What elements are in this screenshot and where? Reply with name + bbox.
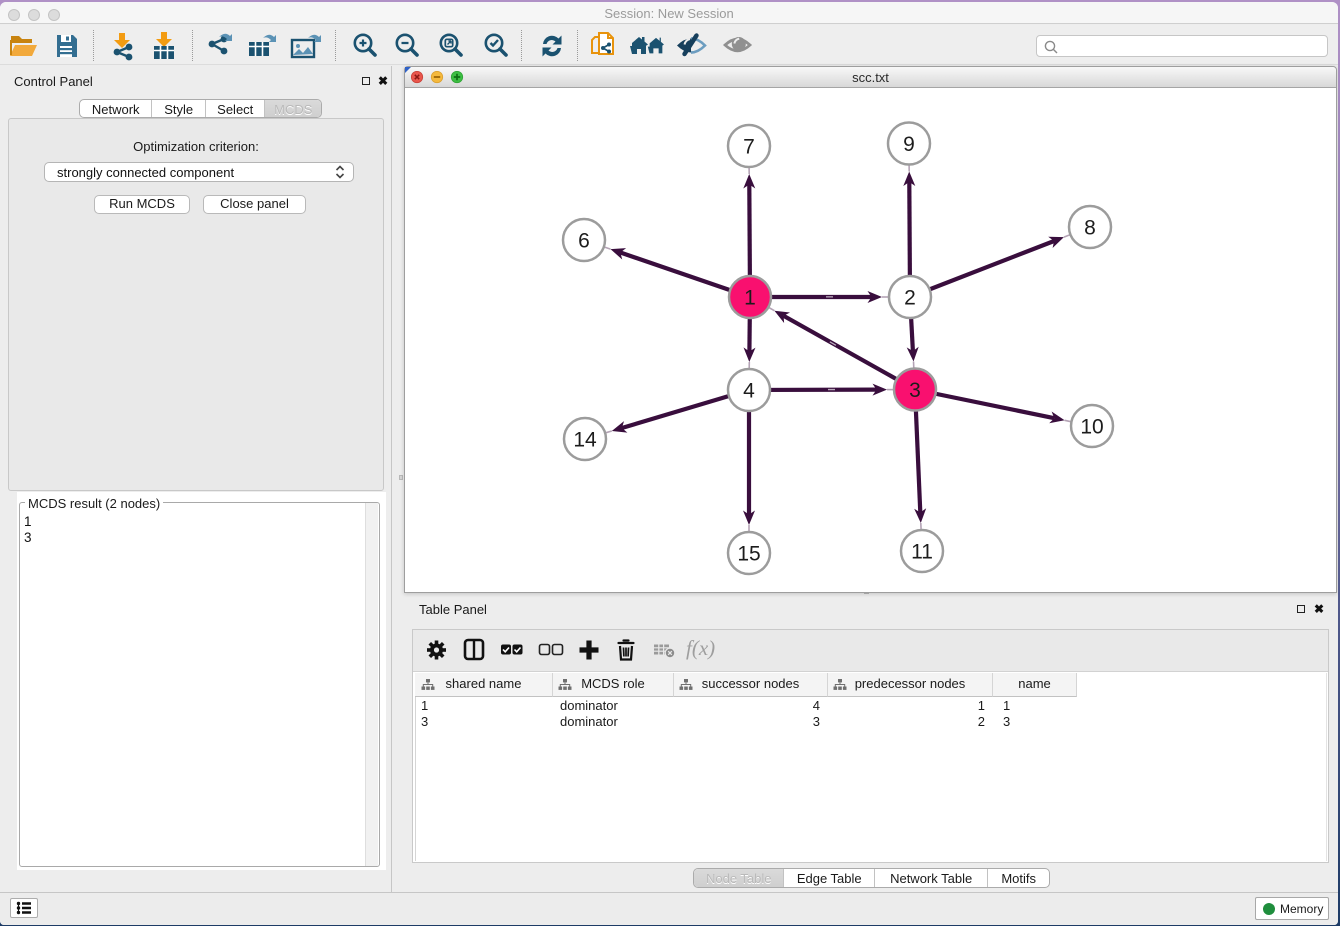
svg-text:9: 9 bbox=[903, 133, 915, 156]
svg-text:15: 15 bbox=[737, 542, 760, 565]
svg-text:1: 1 bbox=[744, 286, 756, 309]
svg-text:3: 3 bbox=[909, 379, 921, 402]
svg-text:14: 14 bbox=[573, 428, 597, 451]
svg-text:10: 10 bbox=[1080, 415, 1103, 438]
svg-text:6: 6 bbox=[578, 229, 590, 252]
svg-text:7: 7 bbox=[743, 135, 755, 158]
svg-text:4: 4 bbox=[743, 379, 755, 402]
svg-text:11: 11 bbox=[911, 540, 933, 563]
svg-text:8: 8 bbox=[1084, 216, 1096, 239]
svg-text:2: 2 bbox=[904, 286, 916, 309]
